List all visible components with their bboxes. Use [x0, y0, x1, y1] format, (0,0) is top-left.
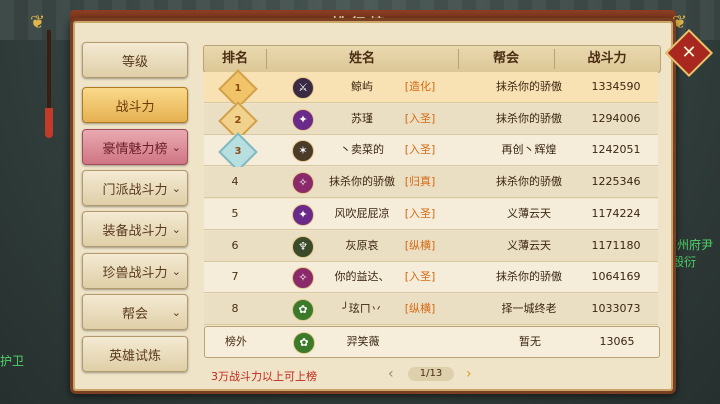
my-rank: 榜外 — [225, 335, 247, 348]
combat-power: 1294006 — [591, 111, 641, 125]
rank-number: 2 — [234, 114, 242, 126]
header-guild: 帮会 — [492, 51, 519, 66]
previous-page-button[interactable]: ‹ — [388, 366, 394, 382]
chevron-down-icon: ⌄ — [171, 140, 181, 154]
combat-power: 1242051 — [591, 143, 641, 157]
sidebar-tab-label: 门派战斗力 — [102, 182, 168, 198]
player-name: 你的益达、 — [334, 270, 390, 284]
my-name: 羿笑薇 — [346, 335, 380, 348]
staff-class-icon: ♆ — [292, 235, 314, 258]
rank-number: 6 — [231, 238, 239, 252]
sidebar-tab[interactable]: 帮会 ⌄ — [82, 294, 188, 330]
player-title: [入圣] — [404, 270, 436, 284]
sidebar-tab[interactable]: 战斗力 — [82, 87, 188, 123]
rank-number: 5 — [231, 206, 239, 220]
sidebar-tab-label: 装备战斗力 — [102, 223, 168, 239]
player-name: 风吹屁屁凉 — [334, 206, 390, 220]
leaf-class-icon: ✿ — [293, 332, 315, 354]
leaf-class-icon: ✿ — [292, 298, 314, 321]
rank-number: 3 — [234, 146, 242, 158]
sidebar-tab-label: 珍兽战斗力 — [102, 265, 168, 281]
header-rank: 排名 — [221, 51, 248, 66]
rank-number: 7 — [231, 270, 239, 284]
rank-number: 8 — [231, 301, 239, 315]
chevron-down-icon: ⌄ — [171, 181, 181, 195]
player-name: 苏瑾 — [351, 111, 373, 125]
sidebar-tab[interactable]: 豪情魅力榜 ⌄ — [82, 129, 188, 165]
combat-power: 1225346 — [591, 175, 641, 189]
player-name: 丶卖菜的 — [340, 143, 384, 157]
combat-power: 1171180 — [591, 238, 641, 252]
player-title: [纵横] — [404, 301, 436, 315]
sidebar-tab-label: 等级 — [121, 54, 148, 70]
sidebar-tab[interactable]: 门派战斗力 ⌄ — [82, 170, 188, 206]
player-title: [入圣] — [404, 111, 436, 125]
chevron-down-icon: ⌄ — [171, 222, 181, 236]
sidebar-tab[interactable]: 英雄试炼 — [82, 336, 188, 372]
table-row[interactable]: 1 ⚔ 鲸屿 [造化] 抹杀你的骄傲 1334590 — [204, 69, 658, 109]
chevron-down-icon: ⌄ — [171, 305, 181, 319]
header-power: 战斗力 — [587, 51, 627, 66]
sidebar-tab-label: 战斗力 — [115, 99, 155, 115]
player-title: [归真] — [404, 175, 436, 189]
player-name: ╯玹ㄇ丷 — [342, 301, 382, 315]
sidebar-tab[interactable]: 珍兽战斗力 ⌄ — [82, 253, 188, 289]
close-icon[interactable]: ✕ — [672, 36, 706, 70]
ranking-requirement-note: 3万战斗力以上可上榜 — [211, 370, 317, 383]
tassel-left — [45, 108, 53, 138]
player-title: [造化] — [404, 80, 436, 93]
sidebar-tab[interactable]: 装备战斗力 ⌄ — [82, 211, 188, 247]
player-title: [入圣] — [404, 206, 436, 220]
player-name: 灰原哀 — [345, 238, 379, 252]
table-row[interactable]: 8 ✿ ╯玹ㄇ丷 [纵横] 择一城终老 1033073 — [204, 293, 658, 325]
rank-number: 1 — [234, 83, 242, 94]
rank-number: 4 — [231, 175, 239, 189]
table-row[interactable]: 5 ✦ 风吹屁屁凉 [入圣] 义薄云天 1174224 — [204, 198, 658, 230]
sidebar-tab-label: 英雄试炼 — [108, 348, 161, 364]
table-row[interactable]: 3 ✶ 丶卖菜的 [入圣] 再创丶辉煌 1242051 — [204, 132, 658, 173]
combat-power: 1064169 — [591, 270, 641, 284]
sword-class-icon: ⚔ — [292, 77, 314, 99]
combat-power: 1334590 — [591, 80, 641, 93]
pagination: ‹ 1/13 › — [388, 366, 476, 382]
next-page-button[interactable]: › — [466, 366, 472, 382]
player-name: 抹杀你的骄傲 — [329, 175, 395, 189]
header-name: 姓名 — [348, 51, 375, 66]
table-row[interactable]: 7 ✧ 你的益达、 [入圣] 抹杀你的骄傲 1064169 — [204, 262, 658, 294]
claw-class-icon: ✶ — [292, 140, 314, 163]
hanging-rope-left — [47, 30, 51, 120]
sidebar-tab-label: 豪情魅力榜 — [102, 141, 168, 157]
table-row[interactable]: 4 ✧ 抹杀你的骄傲 [归真] 抹杀你的骄傲 1225346 — [204, 167, 658, 199]
sidebar-tab[interactable]: 等级 — [82, 42, 188, 78]
table-header: 排名 姓名 帮会 战斗力 — [203, 45, 661, 73]
blade-class-icon: ✧ — [292, 172, 314, 195]
table-row[interactable]: 6 ♆ 灰原哀 [纵横] 义薄云天 1171180 — [204, 230, 658, 262]
flame-class-icon: ✦ — [292, 108, 314, 131]
sidebar-tab-label: 帮会 — [121, 306, 148, 322]
table-row[interactable]: 2 ✦ 苏瑾 [入圣] 抹杀你的骄傲 1294006 — [204, 100, 658, 141]
combat-power: 1174224 — [591, 206, 641, 220]
player-title: [入圣] — [404, 143, 436, 157]
chevron-down-icon: ⌄ — [171, 264, 181, 278]
page-indicator: 1/13 — [408, 367, 454, 381]
npc-label-left: 护卫 — [0, 354, 25, 368]
combat-power: 1033073 — [591, 301, 641, 315]
my-rank-row: 榜外 ✿ 羿笑薇 暂无 13065 — [204, 326, 660, 358]
player-name: 鲸屿 — [351, 80, 373, 93]
blade-class-icon: ✧ — [292, 267, 314, 290]
flame-class-icon: ✦ — [292, 203, 314, 226]
player-title: [纵横] — [404, 238, 436, 252]
my-power: 13065 — [599, 335, 635, 348]
